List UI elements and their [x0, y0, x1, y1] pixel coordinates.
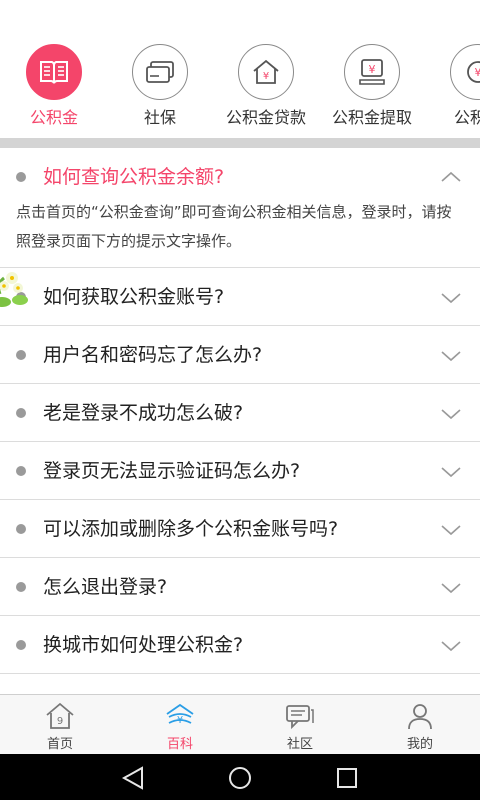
encyclopedia-icon: ¥: [166, 703, 194, 726]
faq-question: 怎么退出登录?: [43, 576, 168, 598]
bullet-dot: [16, 172, 26, 182]
svg-text:¥: ¥: [369, 63, 376, 76]
yen-withdraw-icon: ¥: [344, 44, 400, 100]
category-label: 公积金: [29, 108, 78, 127]
faq-item[interactable]: 可以添加或删除多个公积金账号吗?: [0, 500, 480, 558]
chat-icon: [286, 705, 314, 730]
faq-question: 用户名和密码忘了怎么办?: [43, 344, 263, 366]
tab-home[interactable]: 9 首页: [0, 695, 120, 755]
book-icon: [26, 44, 82, 100]
chevron-up-icon[interactable]: [440, 166, 462, 188]
category-social-security[interactable]: 社保: [106, 44, 214, 130]
bottom-tab-bar: 9 首页 ¥ 百科 社区 我的: [0, 694, 480, 754]
faq-question: 登录页无法显示验证码怎么办?: [43, 460, 301, 482]
flower-decoration-icon: [0, 272, 28, 307]
faq-question: 老是登录不成功怎么破?: [43, 402, 244, 424]
faq-item[interactable]: 怎么退出登录?: [0, 558, 480, 616]
chevron-down-icon[interactable]: [440, 576, 462, 598]
tab-label: 百科: [166, 737, 193, 752]
svg-text:9: 9: [57, 716, 63, 727]
category-fund-withdraw[interactable]: ¥ 公积金提取: [318, 44, 426, 130]
tab-label: 我的: [406, 737, 433, 752]
back-icon[interactable]: [120, 766, 146, 790]
tab-encyclopedia[interactable]: ¥ 百科: [120, 695, 240, 755]
faq-item[interactable]: 用户名和密码忘了怎么办?: [0, 326, 480, 384]
faq-question: 可以添加或删除多个公积金账号吗?: [43, 518, 339, 540]
chevron-down-icon[interactable]: [440, 634, 462, 656]
category-fund-more[interactable]: ¥ 公积金: [424, 44, 480, 130]
recents-icon[interactable]: [335, 766, 359, 790]
tab-mine[interactable]: 我的: [360, 695, 480, 755]
category-label: 公积金提取: [331, 108, 412, 127]
category-label: 公积金: [453, 108, 480, 127]
faq-question: 换城市如何处理公积金?: [43, 634, 244, 656]
yen-circle-icon: ¥: [450, 44, 480, 100]
user-icon: [408, 704, 432, 730]
card-icon: [132, 44, 188, 100]
tab-label: 社区: [286, 737, 313, 752]
chevron-down-icon[interactable]: [440, 286, 462, 308]
home-icon: 9: [46, 702, 74, 729]
chevron-down-icon[interactable]: [440, 518, 462, 540]
section-divider: [0, 138, 480, 148]
category-strip: 公积金 社保 ¥ 公积金贷款 ¥ 公积金提取 ¥ 公积: [0, 0, 480, 138]
faq-item-expanded[interactable]: 如何查询公积金余额? 点击首页的“公积金查询”即可查询公积金相关信息，登录时，请…: [0, 148, 480, 268]
tab-community[interactable]: 社区: [240, 695, 360, 755]
chevron-down-icon[interactable]: [440, 460, 462, 482]
faq-question: 如何获取公积金账号?: [43, 286, 225, 308]
faq-item[interactable]: 换城市如何处理公积金?: [0, 616, 480, 674]
svg-text:¥: ¥: [263, 71, 269, 82]
faq-item[interactable]: 如何获取公积金账号?: [0, 268, 480, 326]
bullet-dot: [16, 582, 26, 592]
chevron-down-icon[interactable]: [440, 344, 462, 366]
svg-text:¥: ¥: [177, 715, 183, 726]
bullet-dot: [16, 524, 26, 534]
bullet-dot: [16, 350, 26, 360]
faq-list: 如何查询公积金余额? 点击首页的“公积金查询”即可查询公积金相关信息，登录时，请…: [0, 148, 480, 694]
house-yen-icon: ¥: [238, 44, 294, 100]
category-label: 公积金贷款: [225, 108, 306, 127]
faq-item[interactable]: 登录页无法显示验证码怎么办?: [0, 442, 480, 500]
bullet-dot: [16, 466, 26, 476]
bullet-dot: [16, 408, 26, 418]
category-housing-fund[interactable]: 公积金: [0, 44, 108, 130]
faq-question: 如何查询公积金余额?: [43, 166, 225, 188]
category-fund-loan[interactable]: ¥ 公积金贷款: [212, 44, 320, 130]
tab-label: 首页: [46, 737, 73, 752]
chevron-down-icon[interactable]: [440, 402, 462, 424]
home-button-icon[interactable]: [227, 766, 253, 790]
bullet-dot: [16, 640, 26, 650]
system-nav-bar: [0, 754, 480, 800]
faq-answer: 点击首页的“公积金查询”即可查询公积金相关信息，登录时，请按照登录页面下方的提示…: [16, 203, 452, 250]
category-label: 社保: [143, 108, 176, 127]
faq-item[interactable]: 老是登录不成功怎么破?: [0, 384, 480, 442]
svg-text:¥: ¥: [475, 66, 480, 79]
